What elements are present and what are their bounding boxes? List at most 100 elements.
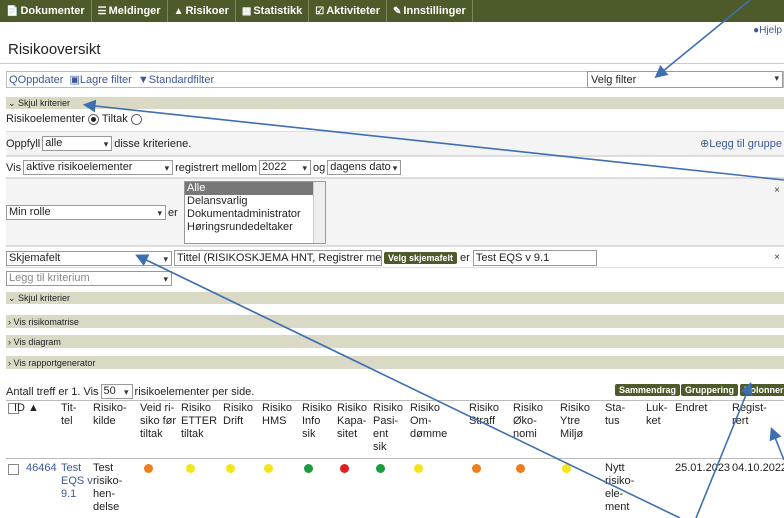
save-filter-button[interactable]: ▣Lagre filter <box>69 73 131 86</box>
role-option[interactable]: Dokumentadministrator <box>185 208 325 221</box>
nav-meldinger[interactable]: ☰ Meldinger <box>92 0 168 22</box>
role-select[interactable]: Min rolle ▾ <box>6 205 166 220</box>
divider <box>0 63 784 64</box>
nav-innstillinger[interactable]: ✎ Innstillinger <box>387 0 473 22</box>
row-status: Nytt risiko- ele- ment <box>605 462 635 513</box>
risk-level-dot <box>144 464 153 473</box>
schema-field-select[interactable]: Skjemafelt ▾ <box>6 250 172 266</box>
role-option[interactable]: Høringsrundedeltaker <box>185 221 325 234</box>
listbox-scrollbar[interactable] <box>313 182 325 243</box>
warning-icon: ▲ <box>173 5 184 17</box>
add-criterion-select[interactable]: Legg til kriterium ▾ <box>6 271 172 286</box>
add-group-button[interactable]: ⊕ Legg til gruppe <box>700 137 782 151</box>
role-controls: Min rolle ▾ er <box>6 205 178 220</box>
date-select[interactable]: dagens dato ▾ <box>327 160 402 175</box>
per-page-select[interactable]: 50 ▾ <box>100 384 133 399</box>
help-link[interactable]: ●Hjelp <box>753 25 782 36</box>
column-header[interactable]: Risiko- kilde <box>93 402 127 428</box>
radio-tiltak[interactable] <box>130 113 142 125</box>
chevron-down-icon: ▾ <box>103 139 109 149</box>
row-title-link[interactable]: Test EQS v 9.1 <box>61 462 93 501</box>
header-divider <box>6 458 784 459</box>
results-summary: Antall treff er 1. Vis 50 ▾ risikoelement… <box>6 384 255 399</box>
risk-level-dot <box>226 464 235 473</box>
nav-risikoer[interactable]: ▲ Risikoer <box>168 0 236 22</box>
fulfill-select[interactable]: alle ▾ <box>42 136 113 151</box>
nav-dokumenter[interactable]: 📄 Dokumenter <box>0 0 92 22</box>
diagram-toggle[interactable]: › Vis diagram <box>6 335 784 348</box>
risk-level-dot <box>304 464 313 473</box>
remove-schema-criterion-icon[interactable]: × <box>774 252 780 263</box>
row-registered: 04.10.2022 <box>732 462 784 474</box>
column-header[interactable]: Risiko Drift <box>223 402 253 428</box>
grouping-button[interactable]: Gruppering <box>681 384 738 396</box>
radio-risikoelementer[interactable] <box>87 113 99 125</box>
column-header[interactable]: Risiko Info sik <box>302 402 332 441</box>
column-header[interactable]: Veid ri- siko før tiltak <box>140 402 176 441</box>
row-changed: 25.01.2023 <box>675 462 731 474</box>
nav-aktiviteter[interactable]: ☑ Aktiviteter <box>309 0 388 22</box>
fulfill-controls: Oppfyll alle ▾ disse kriteriene. <box>6 136 192 151</box>
role-listbox[interactable]: Alle Delansvarlig Dokumentadministrator … <box>184 181 326 244</box>
choose-schema-field-button[interactable]: Velg skjemafelt <box>384 252 458 264</box>
column-header[interactable]: Risiko Øko- nomi <box>513 402 543 441</box>
chevron-down-icon: ▾ <box>163 253 168 264</box>
document-icon: 📄 <box>6 5 19 17</box>
role-option[interactable]: Alle <box>185 182 325 195</box>
nav-label: Risikoer <box>185 5 229 17</box>
column-header[interactable]: Risiko HMS <box>262 402 292 428</box>
column-header[interactable]: Risiko Pasi- ent sik <box>373 402 403 454</box>
schema-value-field[interactable]: Test EQS v 9.1 <box>472 250 597 266</box>
column-header[interactable]: Risiko ETTER tiltak <box>181 402 217 441</box>
row-id-link[interactable]: 46464 <box>26 462 57 475</box>
hide-criteria-toggle-bottom[interactable]: ⌄ Skjul kriterier <box>6 292 784 304</box>
summary-button[interactable]: Sammendrag <box>615 384 681 396</box>
row-source: Test risiko- hen- delse <box>93 462 123 513</box>
standard-filter-button[interactable]: ▼Standardfilter <box>138 74 214 86</box>
column-header[interactable]: Risiko Kapa- sitet <box>337 402 367 441</box>
risk-level-dot <box>186 464 195 473</box>
refresh-button[interactable]: QOppdater <box>9 74 63 86</box>
top-nav: 📄 Dokumenter ☰ Meldinger ▲ Risikoer ▦ Statis… <box>0 0 784 22</box>
save-icon: ▣ <box>69 74 80 86</box>
role-option[interactable]: Delansvarlig <box>185 195 325 208</box>
calendar-check-icon: ☑ <box>315 5 325 17</box>
column-header[interactable]: Tit- tel <box>61 402 76 428</box>
remove-role-criterion-icon[interactable]: × <box>774 185 780 196</box>
chevron-down-icon: ⌄ <box>8 292 19 303</box>
show-select[interactable]: aktive risikoelementer ▾ <box>23 160 174 175</box>
nav-label: Meldinger <box>108 5 161 17</box>
nav-label: Aktiviteter <box>326 5 381 17</box>
risk-level-dot <box>264 464 273 473</box>
chevron-down-icon: ▾ <box>164 163 170 173</box>
risk-matrix-toggle[interactable]: › Vis risikomatrise <box>6 315 784 328</box>
report-generator-toggle[interactable]: › Vis rapportgenerator <box>6 356 784 369</box>
list-icon: ☰ <box>97 5 107 17</box>
column-header[interactable]: ID ▲ <box>14 402 39 415</box>
chevron-down-icon: ▾ <box>157 208 162 218</box>
column-header[interactable]: Sta- tus <box>605 402 625 428</box>
search-icon: Q <box>9 73 18 86</box>
columns-button[interactable]: Kolonner <box>740 384 784 396</box>
filter-toolbar: QOppdater ▣Lagre filter ▼Standardfilter … <box>6 71 784 88</box>
chevron-down-icon: ⌄ <box>8 97 19 108</box>
column-header[interactable]: Regist- rert <box>732 402 767 428</box>
risk-level-dot <box>562 464 571 473</box>
type-row: Risikoelementer Tiltak <box>6 113 145 125</box>
chevron-down-icon: ▾ <box>392 163 398 173</box>
column-header[interactable]: Risiko Om- dømme <box>410 402 447 441</box>
column-header[interactable]: Risiko Ytre Miljø <box>560 402 590 441</box>
wrench-icon: ✎ <box>393 5 402 17</box>
filter-select[interactable]: Velg filter ▾ <box>587 71 783 88</box>
column-header[interactable]: Endret <box>675 402 707 415</box>
risk-level-dot <box>516 464 525 473</box>
column-header[interactable]: Risiko Straff <box>469 402 499 428</box>
year-select[interactable]: 2022 ▾ <box>259 160 311 175</box>
column-header[interactable]: Luk- ket <box>646 402 667 428</box>
nav-statistikk[interactable]: ▦ Statistikk <box>236 0 310 22</box>
hide-criteria-toggle[interactable]: ⌄ Skjul kriterier <box>6 97 784 109</box>
row-checkbox[interactable] <box>8 464 19 475</box>
plus-circle-icon: ⊕ <box>700 138 710 150</box>
schema-title-field[interactable]: Tittel (RISIKOSKJEMA HNT, Registrer meld… <box>174 250 382 266</box>
page-title: Risikooversikt <box>8 41 101 58</box>
